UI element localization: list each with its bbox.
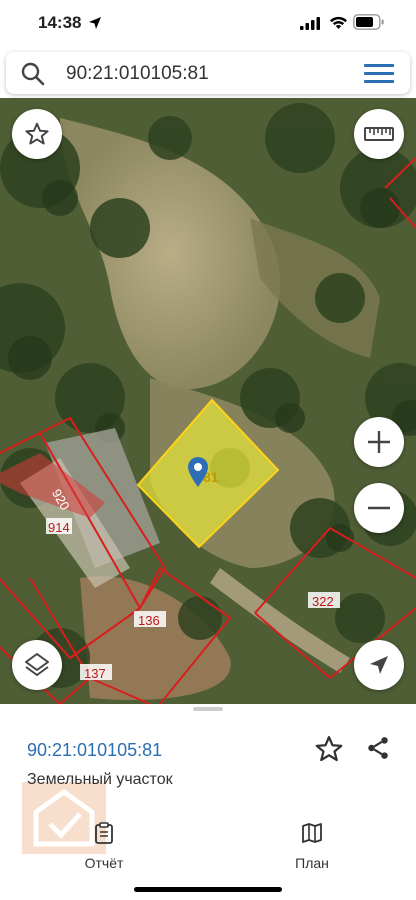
- favorite-button[interactable]: [12, 109, 62, 159]
- layers-icon: [25, 653, 49, 676]
- property-type: Земельный участок: [27, 771, 173, 788]
- parcel-label: 137: [84, 666, 106, 681]
- search-bar[interactable]: 90:21:010105:81: [6, 52, 410, 94]
- home-indicator[interactable]: [134, 887, 282, 892]
- search-input[interactable]: 90:21:010105:81: [66, 63, 209, 85]
- zoom-out-button[interactable]: [354, 483, 404, 533]
- share-icon[interactable]: [365, 735, 391, 761]
- parcel-label: 322: [312, 594, 334, 609]
- navigation-arrow-icon: [370, 656, 388, 674]
- wifi-icon: [330, 16, 347, 29]
- tab-plan-label: План: [295, 855, 329, 871]
- hamburger-icon-line: [364, 80, 394, 83]
- hamburger-icon-line: [364, 72, 394, 75]
- ruler-icon: [364, 127, 394, 141]
- tab-report[interactable]: Отчёт: [59, 822, 149, 871]
- satellite-map[interactable]: [0, 98, 416, 704]
- battery-icon: [353, 14, 384, 30]
- layers-button[interactable]: [12, 640, 62, 690]
- location-arrow-icon: [89, 17, 101, 29]
- hamburger-icon-line: [364, 64, 394, 67]
- parcel-label: 914: [48, 520, 70, 535]
- status-bar: 14:38: [0, 0, 416, 48]
- menu-button[interactable]: [364, 64, 394, 84]
- map-view[interactable]: 81 920 914 136 137 322: [0, 98, 416, 704]
- map-pin-icon[interactable]: [187, 456, 209, 488]
- search-icon[interactable]: [20, 61, 46, 87]
- parcel-label: 136: [138, 613, 160, 628]
- cadastral-number[interactable]: 90:21:010105:81: [27, 740, 162, 761]
- map-icon: [302, 823, 322, 843]
- minus-icon: [368, 506, 390, 510]
- status-time: 14:38: [38, 13, 82, 32]
- tab-report-label: Отчёт: [84, 855, 124, 871]
- star-outline-icon: [25, 122, 49, 145]
- cellular-signal-icon: [300, 17, 320, 30]
- clipboard-icon: [95, 822, 113, 844]
- ruler-button[interactable]: [354, 109, 404, 159]
- property-sheet[interactable]: 90:21:010105:81 Земельный участок Отчёт …: [0, 704, 416, 900]
- tab-plan[interactable]: План: [267, 822, 357, 871]
- zoom-in-button[interactable]: [354, 417, 404, 467]
- sheet-grab-handle[interactable]: [193, 707, 223, 711]
- my-location-button[interactable]: [354, 640, 404, 690]
- star-outline-icon[interactable]: [314, 734, 344, 764]
- plus-icon: [368, 431, 390, 453]
